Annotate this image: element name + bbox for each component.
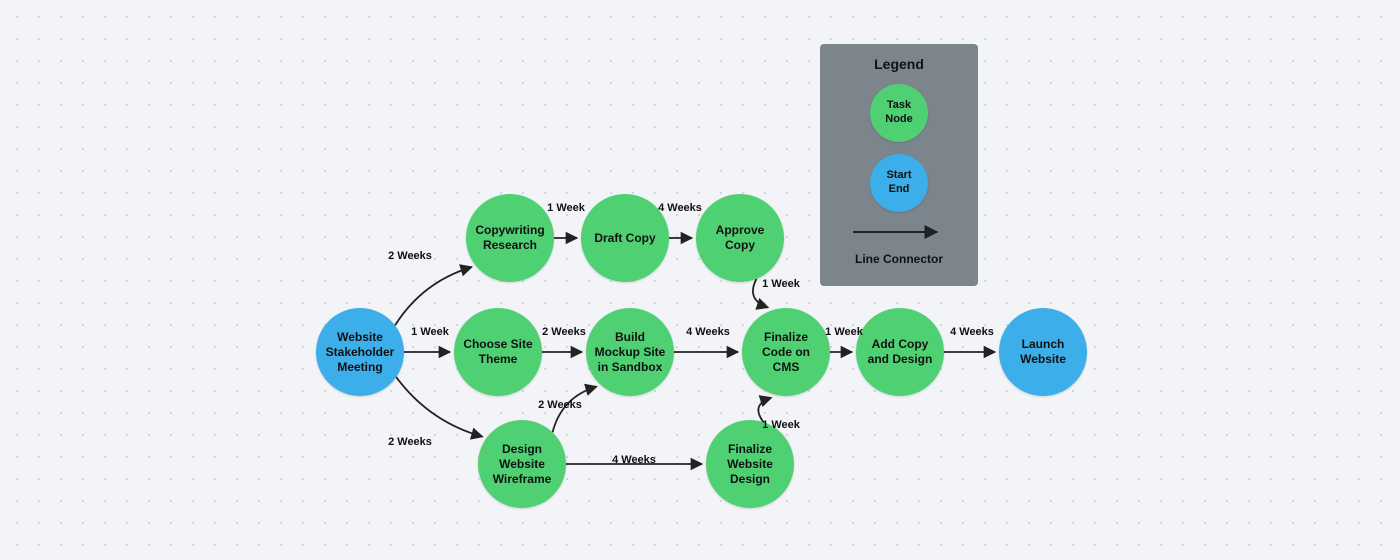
node-label: Finalize Website Design bbox=[712, 442, 788, 487]
node-buildmockup[interactable]: Build Mockup Site in Sandbox bbox=[586, 308, 674, 396]
node-label: Website Stakeholder Meeting bbox=[322, 330, 398, 375]
edge-label: 4 Weeks bbox=[686, 326, 730, 338]
edge-label: 1 Week bbox=[825, 326, 863, 338]
node-label: Design Website Wireframe bbox=[484, 442, 560, 487]
legend-startend-label: Start End bbox=[876, 169, 922, 197]
node-label: Build Mockup Site in Sandbox bbox=[592, 330, 668, 375]
edge-label: 2 Weeks bbox=[542, 326, 586, 338]
node-finalizecode[interactable]: Finalize Code on CMS bbox=[742, 308, 830, 396]
legend-title: Legend bbox=[874, 56, 924, 72]
node-label: Copywriting Research bbox=[472, 223, 548, 253]
legend-task-node: Task Node bbox=[870, 84, 928, 142]
diagram-canvas bbox=[0, 0, 1400, 560]
node-draftcopy[interactable]: Draft Copy bbox=[581, 194, 669, 282]
node-finalizedes[interactable]: Finalize Website Design bbox=[706, 420, 794, 508]
node-addcopy[interactable]: Add Copy and Design bbox=[856, 308, 944, 396]
node-label: Finalize Code on CMS bbox=[748, 330, 824, 375]
node-label: Choose Site Theme bbox=[460, 337, 536, 367]
node-label: Add Copy and Design bbox=[862, 337, 938, 367]
edge-label: 4 Weeks bbox=[658, 202, 702, 214]
edge-label: 1 Week bbox=[411, 326, 449, 338]
legend: Legend Task Node Start End Line Connecto… bbox=[820, 44, 978, 286]
legend-connector-icon bbox=[849, 224, 949, 240]
edge-label: 2 Weeks bbox=[538, 399, 582, 411]
edge-label: 1 Week bbox=[762, 419, 800, 431]
edge-label: 2 Weeks bbox=[388, 436, 432, 448]
edge-label: 4 Weeks bbox=[612, 454, 656, 466]
node-launch[interactable]: Launch Website bbox=[999, 308, 1087, 396]
edge-label: 1 Week bbox=[547, 202, 585, 214]
edge-label: 4 Weeks bbox=[950, 326, 994, 338]
legend-connector-label: Line Connector bbox=[855, 252, 943, 266]
node-label: Approve Copy bbox=[702, 223, 778, 253]
legend-task-label: Task Node bbox=[876, 99, 922, 127]
node-label: Draft Copy bbox=[594, 231, 655, 246]
node-stakeholder[interactable]: Website Stakeholder Meeting bbox=[316, 308, 404, 396]
node-label: Launch Website bbox=[1005, 337, 1081, 367]
edge-label: 2 Weeks bbox=[388, 250, 432, 262]
node-wireframe[interactable]: Design Website Wireframe bbox=[478, 420, 566, 508]
node-theme[interactable]: Choose Site Theme bbox=[454, 308, 542, 396]
node-approvecopy[interactable]: Approve Copy bbox=[696, 194, 784, 282]
edge-stakeholder-copyresearch bbox=[395, 267, 472, 325]
node-copyresearch[interactable]: Copywriting Research bbox=[466, 194, 554, 282]
legend-startend-node: Start End bbox=[870, 154, 928, 212]
edge-label: 1 Week bbox=[762, 278, 800, 290]
